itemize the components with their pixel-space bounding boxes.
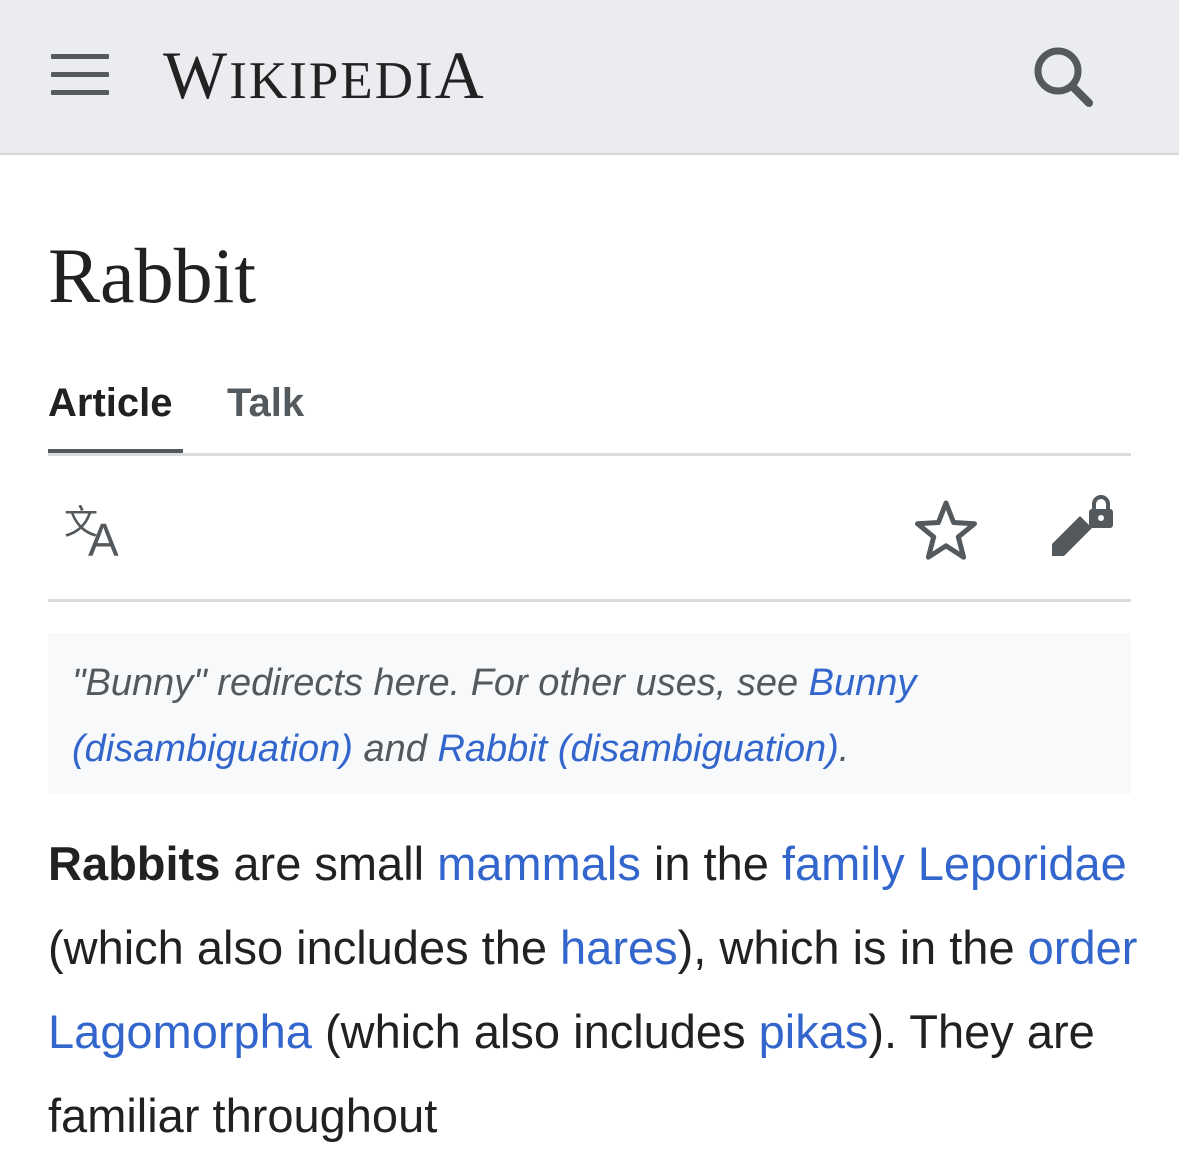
link-family[interactable]: family [782, 837, 905, 890]
logo-letter-a: A [434, 37, 486, 113]
link-rabbit-disambiguation[interactable]: Rabbit (disambiguation) [437, 728, 838, 770]
article-lead-paragraph: Rabbits are small mammals in the family … [48, 822, 1138, 1158]
paragraph-text: ), which is in the [677, 921, 1028, 974]
search-icon[interactable] [1025, 40, 1101, 110]
tab-article[interactable]: Article [48, 372, 183, 454]
link-pikas[interactable]: pikas [759, 1005, 869, 1058]
page-tabs: Article Talk [48, 372, 1131, 456]
tab-talk[interactable]: Talk [227, 372, 304, 454]
paragraph-text: in the [640, 837, 782, 890]
hatnote-text: "Bunny" redirects here. For other uses, … [72, 662, 809, 704]
toolbar-divider [48, 599, 1131, 602]
hatnote-text: and [352, 728, 438, 770]
paragraph-text: are small [220, 837, 438, 890]
logo-letter-w: W [163, 37, 230, 113]
top-header: WIKIPEDIA [0, 0, 1179, 155]
link-leporidae[interactable]: Leporidae [918, 837, 1127, 890]
paragraph-text [905, 837, 918, 890]
page-title: Rabbit [48, 232, 256, 319]
tabs-divider [48, 453, 1131, 456]
language-icon[interactable]: 文 A [62, 500, 134, 566]
link-order[interactable]: order [1028, 921, 1138, 974]
wikipedia-logo[interactable]: WIKIPEDIA [163, 35, 486, 115]
paragraph-text: (which also includes [311, 1005, 759, 1058]
svg-text:A: A [88, 514, 119, 562]
link-lagomorpha[interactable]: Lagomorpha [48, 1005, 312, 1058]
hatnote: "Bunny" redirects here. For other uses, … [48, 633, 1131, 794]
edit-locked-icon[interactable] [1046, 492, 1120, 562]
paragraph-text: (which also includes the [48, 921, 561, 974]
link-mammals[interactable]: mammals [437, 837, 641, 890]
hatnote-text: . [838, 728, 850, 770]
star-icon[interactable] [911, 497, 981, 563]
hamburger-menu-icon[interactable] [48, 48, 112, 102]
bold-term: Rabbits [48, 837, 221, 890]
link-hares[interactable]: hares [560, 921, 678, 974]
logo-small-caps: IKIPEDI [229, 52, 435, 110]
